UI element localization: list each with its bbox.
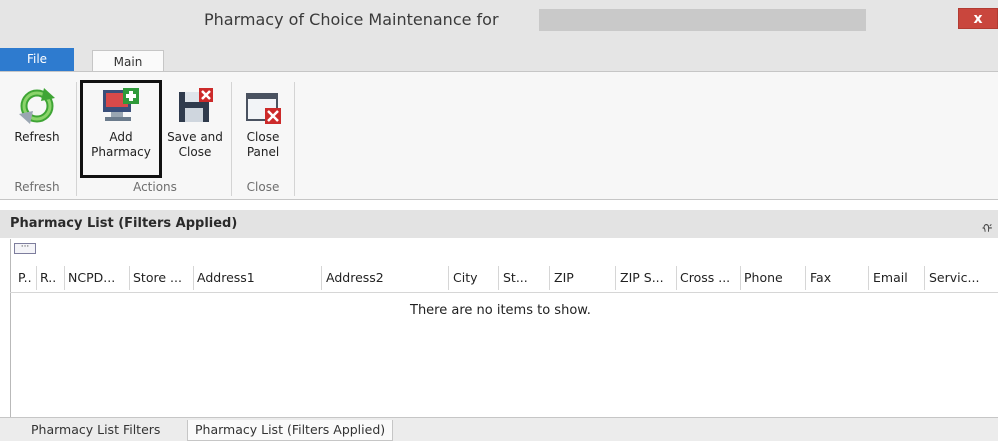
empty-grid-message: There are no items to show. <box>410 303 591 318</box>
tab-main[interactable]: Main <box>92 50 164 73</box>
tab-file[interactable]: File <box>0 48 74 72</box>
column-header[interactable]: Phone <box>744 270 783 285</box>
column-header[interactable]: NCPD... <box>68 270 115 285</box>
group-divider <box>231 82 232 196</box>
close-panel-label-2: Panel <box>246 145 280 159</box>
column-header[interactable]: Email <box>873 270 908 285</box>
save-close-icon <box>179 88 213 122</box>
tab-pharmacy-list-filters-applied[interactable]: Pharmacy List (Filters Applied) <box>187 420 394 441</box>
column-header[interactable]: Servic... <box>929 270 979 285</box>
column-divider <box>676 266 677 290</box>
column-divider <box>193 266 194 290</box>
column-divider <box>805 266 806 290</box>
close-panel-label-1: Close <box>246 130 280 144</box>
column-divider <box>615 266 616 290</box>
save-and-close-label-2: Close <box>178 145 212 159</box>
close-window-button[interactable]: x <box>958 8 998 29</box>
group-label-close: Close <box>246 180 280 194</box>
column-divider <box>64 266 65 290</box>
refresh-icon <box>19 88 55 124</box>
panel-title: Pharmacy List (Filters Applied) <box>10 216 238 231</box>
column-divider <box>498 266 499 290</box>
column-header[interactable]: Fax <box>810 270 831 285</box>
window-title: Pharmacy of Choice Maintenance for <box>204 10 499 29</box>
redacted-patient-name <box>539 9 866 31</box>
column-divider <box>321 266 322 290</box>
column-divider <box>868 266 869 290</box>
column-header[interactable]: St... <box>503 270 528 285</box>
column-divider <box>549 266 550 290</box>
tab-pharmacy-list-filters[interactable]: Pharmacy List Filters <box>31 420 160 441</box>
column-header[interactable]: Store ... <box>133 270 182 285</box>
column-divider <box>740 266 741 290</box>
group-label-actions: Actions <box>133 180 177 194</box>
column-divider <box>129 266 130 290</box>
group-divider <box>294 82 295 196</box>
group-divider <box>76 82 77 196</box>
add-pharmacy-highlight-box <box>80 80 162 178</box>
column-header[interactable]: City <box>453 270 478 285</box>
column-header[interactable]: ZIP S... <box>620 270 664 285</box>
refresh-label: Refresh <box>14 130 60 144</box>
close-panel-button[interactable]: Close Panel <box>235 86 291 160</box>
column-divider <box>448 266 449 290</box>
save-and-close-label-1: Save and <box>167 130 223 144</box>
refresh-button[interactable]: Refresh <box>4 86 70 145</box>
column-header[interactable]: P.. <box>18 270 32 285</box>
column-header[interactable]: Address1 <box>197 270 255 285</box>
group-label-refresh: Refresh <box>14 180 60 194</box>
column-header[interactable]: ZIP <box>554 270 574 285</box>
column-divider <box>36 266 37 290</box>
column-header[interactable]: Address2 <box>326 270 384 285</box>
pin-icon[interactable]: ᡤ <box>982 216 992 237</box>
column-chooser-button[interactable]: ··· <box>14 243 36 254</box>
save-and-close-button[interactable]: Save and Close <box>162 86 228 160</box>
column-header[interactable]: Cross ... <box>680 270 730 285</box>
column-header[interactable]: R.. <box>40 270 56 285</box>
column-divider <box>924 266 925 290</box>
close-panel-icon <box>246 93 281 124</box>
